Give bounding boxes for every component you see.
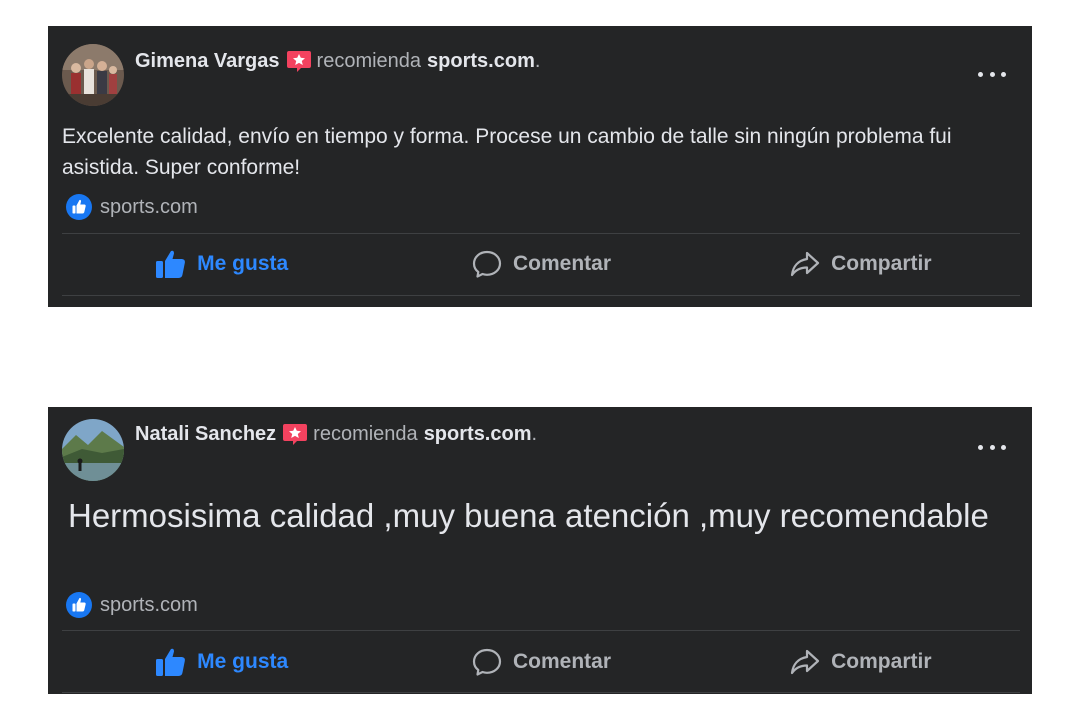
divider xyxy=(62,295,1020,296)
share-button[interactable]: Compartir xyxy=(701,234,1020,294)
comment-icon xyxy=(471,647,503,677)
more-options-icon[interactable] xyxy=(978,68,1006,80)
action-bar: Me gusta Comentar Compartir xyxy=(62,632,1020,692)
comment-icon xyxy=(471,249,503,279)
avatar[interactable] xyxy=(62,419,124,481)
like-label: Me gusta xyxy=(197,650,289,673)
like-button[interactable]: Me gusta xyxy=(62,632,381,692)
share-icon xyxy=(789,647,821,677)
period: . xyxy=(531,422,538,445)
comment-label: Comentar xyxy=(512,252,611,275)
post-header: Natali Sanchez recomienda sports.com. xyxy=(135,422,537,446)
recommend-icon xyxy=(286,49,312,73)
recommends-text: recomienda xyxy=(316,49,422,72)
avatar[interactable] xyxy=(62,44,124,106)
divider xyxy=(62,630,1020,631)
more-options-icon[interactable] xyxy=(978,441,1006,453)
post-body: Excelente calidad, envío en tiempo y for… xyxy=(62,125,952,179)
page-link-text[interactable]: sports.com xyxy=(100,594,198,617)
page-link-text[interactable]: sports.com xyxy=(100,196,198,219)
like-badge-icon xyxy=(66,592,92,618)
post-card: Natali Sanchez recomienda sports.com. He… xyxy=(48,407,1032,694)
divider xyxy=(62,692,1020,693)
recommend-icon xyxy=(282,422,308,446)
period: . xyxy=(534,49,541,72)
thumbs-up-icon xyxy=(155,249,187,279)
comment-label: Comentar xyxy=(512,650,611,673)
page-name-link[interactable]: sports.com xyxy=(424,423,532,446)
post-body: Hermosisima calidad ,muy buena atención … xyxy=(68,497,989,534)
share-button[interactable]: Compartir xyxy=(701,632,1020,692)
like-label: Me gusta xyxy=(197,252,289,275)
page-link-row[interactable]: sports.com xyxy=(66,194,198,220)
like-badge-icon xyxy=(66,194,92,220)
page-name-link[interactable]: sports.com xyxy=(427,50,535,73)
post-header: Gimena Vargas recomienda sports.com. xyxy=(135,49,540,73)
like-button[interactable]: Me gusta xyxy=(62,234,381,294)
share-icon xyxy=(789,249,821,279)
action-bar: Me gusta Comentar Compartir xyxy=(62,234,1020,294)
comment-button[interactable]: Comentar xyxy=(381,234,700,294)
page-link-row[interactable]: sports.com xyxy=(66,592,198,618)
post-card: Gimena Vargas recomienda sports.com. Exc… xyxy=(48,26,1032,307)
share-label: Compartir xyxy=(831,650,932,673)
thumbs-up-icon xyxy=(155,647,187,677)
share-label: Compartir xyxy=(831,252,932,275)
recommends-text: recomienda xyxy=(313,422,418,445)
author-name[interactable]: Natali Sanchez xyxy=(135,423,276,446)
comment-button[interactable]: Comentar xyxy=(381,632,700,692)
author-name[interactable]: Gimena Vargas xyxy=(135,50,280,73)
